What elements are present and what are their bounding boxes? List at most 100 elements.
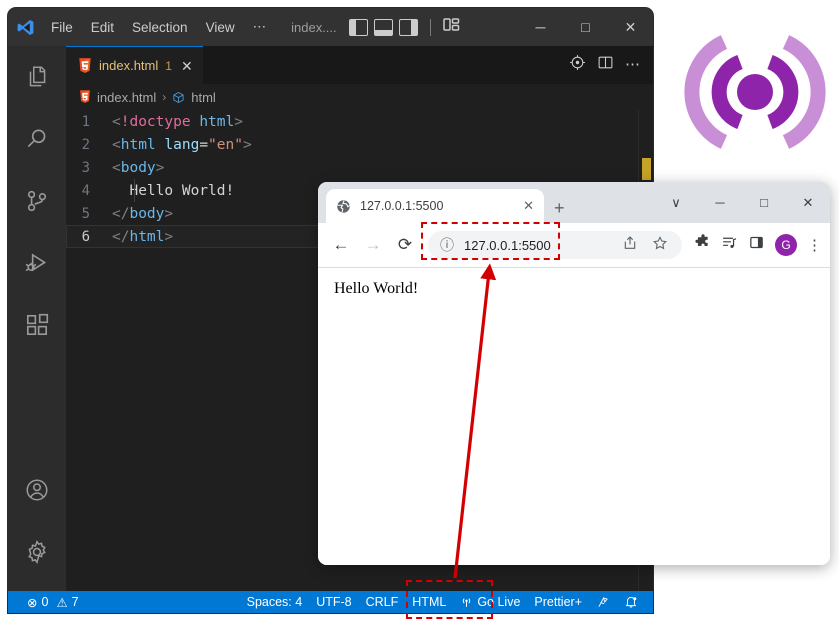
code-content: </html> bbox=[112, 228, 174, 245]
chrome-tab[interactable]: 127.0.0.1:5500 ✕ bbox=[326, 189, 544, 223]
chrome-minimize-button[interactable]: ─ bbox=[698, 187, 742, 219]
line-number: 6 bbox=[81, 228, 90, 245]
line-number: 3 bbox=[81, 159, 90, 176]
chrome-close-button[interactable]: ✕ bbox=[786, 187, 830, 219]
menu-view[interactable]: View bbox=[197, 17, 244, 38]
window-title-area: index.... bbox=[291, 17, 460, 37]
line-number: 1 bbox=[81, 113, 90, 130]
page-body-text: Hello World! bbox=[334, 280, 419, 297]
indent-guide bbox=[134, 179, 135, 202]
editor-actions: ⋯ bbox=[569, 46, 653, 84]
side-panel-icon[interactable] bbox=[748, 234, 765, 256]
menu-edit[interactable]: Edit bbox=[82, 17, 123, 38]
chrome-toolbar: ← → ⟳ ⓘ 127.0.0.1:5500 G ⋮ bbox=[318, 223, 830, 267]
globe-icon bbox=[337, 199, 351, 213]
statusbar-left: ⊗ 0 ⚠ 7 bbox=[8, 591, 86, 613]
activitybar-search[interactable] bbox=[8, 108, 66, 170]
share-icon[interactable] bbox=[622, 235, 638, 256]
tab-close-icon[interactable]: ✕ bbox=[181, 59, 193, 73]
vscode-activitybar bbox=[8, 46, 66, 591]
toggle-panel-icon[interactable] bbox=[373, 18, 393, 36]
code-content: <body> bbox=[112, 159, 165, 176]
toggle-primary-sidebar-icon[interactable] bbox=[348, 18, 368, 36]
profile-avatar[interactable]: G bbox=[775, 234, 797, 256]
puzzle-icon[interactable] bbox=[694, 234, 711, 256]
chrome-window-controls: ∨ ─ □ ✕ bbox=[654, 182, 830, 223]
reload-button[interactable]: ⟳ bbox=[390, 230, 420, 260]
statusbar-problems[interactable]: ⊗ 0 ⚠ 7 bbox=[20, 591, 86, 613]
html5-file-icon bbox=[79, 57, 91, 73]
warning-count: 7 bbox=[71, 595, 79, 609]
chrome-tabstrip: 127.0.0.1:5500 ✕ + ∨ ─ □ ✕ bbox=[318, 182, 830, 223]
code-line-1: 1 <!doctype html> bbox=[66, 110, 653, 133]
line-number: 4 bbox=[81, 182, 90, 199]
chrome-tab-title: 127.0.0.1:5500 bbox=[360, 199, 444, 213]
code-content: <!doctype html> bbox=[112, 113, 243, 130]
customize-layout-icon[interactable] bbox=[442, 17, 460, 37]
go-live-highlight-box bbox=[406, 580, 493, 619]
activitybar-settings[interactable] bbox=[8, 521, 66, 583]
reading-list-icon[interactable] bbox=[721, 234, 738, 256]
statusbar-encoding[interactable]: UTF-8 bbox=[309, 591, 358, 613]
code-line-2: 2 <html lang="en"> bbox=[66, 133, 653, 156]
statusbar-eol[interactable]: CRLF bbox=[359, 591, 406, 613]
activitybar-explorer[interactable] bbox=[8, 46, 66, 108]
tab-search-icon[interactable]: ∨ bbox=[654, 187, 698, 219]
breadcrumb-html5-icon bbox=[80, 90, 90, 103]
symbol-cube-icon bbox=[173, 91, 184, 103]
line-number: 2 bbox=[81, 136, 90, 153]
breadcrumb-symbol[interactable]: html bbox=[191, 90, 216, 105]
error-count: 0 bbox=[41, 595, 49, 609]
code-line-3: 3 <body> bbox=[66, 156, 653, 179]
statusbar-prettier[interactable]: Prettier+ bbox=[527, 591, 589, 613]
activitybar-extensions[interactable] bbox=[8, 294, 66, 356]
statusbar-notifications[interactable] bbox=[617, 591, 645, 613]
chrome-tab-close-icon[interactable]: ✕ bbox=[523, 198, 534, 214]
tab-modified-badge: 1 bbox=[165, 58, 172, 73]
code-content: Hello World! bbox=[112, 182, 235, 199]
omnibox-actions bbox=[622, 235, 670, 256]
chrome-browser-window: 127.0.0.1:5500 ✕ + ∨ ─ □ ✕ ← → ⟳ ⓘ 127.0… bbox=[318, 182, 830, 565]
warning-icon: ⚠ bbox=[56, 595, 68, 610]
star-icon[interactable] bbox=[652, 235, 668, 256]
vscode-statusbar: ⊗ 0 ⚠ 7 Spaces: 4 UTF-8 CRLF HTML Go Liv… bbox=[8, 591, 653, 613]
back-button[interactable]: ← bbox=[326, 230, 356, 260]
chrome-new-tab-button[interactable]: + bbox=[554, 199, 565, 217]
breadcrumb: index.html › html bbox=[66, 84, 653, 110]
activitybar-account[interactable] bbox=[8, 459, 66, 521]
code-content: <html lang="en"> bbox=[112, 136, 252, 153]
open-preview-icon[interactable] bbox=[569, 54, 586, 76]
vscode-logo-icon bbox=[8, 8, 42, 46]
menu-overflow-icon[interactable]: ⋯ bbox=[244, 16, 276, 38]
url-bar-highlight-box bbox=[421, 222, 560, 260]
minimize-button[interactable]: ─ bbox=[518, 8, 563, 46]
layout-toggle-group bbox=[348, 17, 460, 37]
remote-share-icon bbox=[598, 597, 608, 607]
breadcrumb-file[interactable]: index.html bbox=[97, 90, 156, 105]
warning-marker bbox=[642, 158, 651, 180]
activitybar-run-debug[interactable] bbox=[8, 232, 66, 294]
chrome-maximize-button[interactable]: □ bbox=[742, 187, 786, 219]
activitybar-source-control[interactable] bbox=[8, 170, 66, 232]
toggle-secondary-sidebar-icon[interactable] bbox=[398, 18, 418, 36]
maximize-button[interactable]: □ bbox=[563, 8, 608, 46]
titlebar-divider bbox=[429, 18, 431, 36]
code-content: </body> bbox=[112, 205, 174, 222]
vscode-menubar: File Edit Selection View ⋯ bbox=[42, 16, 275, 38]
more-actions-icon[interactable]: ⋯ bbox=[625, 57, 640, 72]
split-editor-icon[interactable] bbox=[597, 54, 614, 76]
statusbar-remote-share[interactable] bbox=[589, 591, 617, 613]
vscode-titlebar: File Edit Selection View ⋯ index.... ─ □… bbox=[8, 8, 653, 46]
chrome-menu-icon[interactable]: ⋮ bbox=[807, 236, 822, 254]
menu-selection[interactable]: Selection bbox=[123, 17, 197, 38]
forward-button[interactable]: → bbox=[358, 230, 388, 260]
window-controls: ─ □ ✕ bbox=[518, 8, 653, 46]
menu-file[interactable]: File bbox=[42, 17, 82, 38]
breadcrumb-separator: › bbox=[162, 90, 167, 104]
line-number: 5 bbox=[81, 205, 90, 222]
close-button[interactable]: ✕ bbox=[608, 8, 653, 46]
statusbar-indentation[interactable]: Spaces: 4 bbox=[240, 591, 310, 613]
window-title: index.... bbox=[291, 19, 337, 35]
error-icon: ⊗ bbox=[27, 595, 38, 610]
editor-tab-index-html[interactable]: index.html 1 ✕ bbox=[66, 46, 203, 84]
